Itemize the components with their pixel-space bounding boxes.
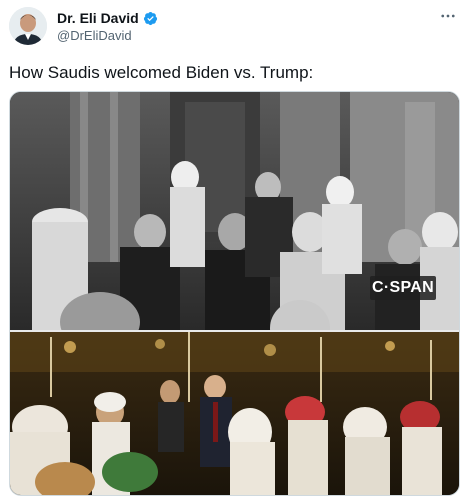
- tweet-card: Dr. Eli David @DrEliDavid How Saudis wel…: [0, 0, 465, 500]
- author-block: Dr. Eli David @DrEliDavid: [57, 9, 158, 43]
- media-photo-bottom: [10, 332, 459, 495]
- avatar[interactable]: [9, 7, 47, 45]
- name-row: Dr. Eli David: [57, 9, 158, 27]
- verified-badge-icon: [143, 11, 158, 26]
- tweet-text: How Saudis welcomed Biden vs. Trump:: [9, 63, 314, 82]
- avatar-image: [9, 7, 47, 45]
- more-horizontal-icon[interactable]: [437, 6, 459, 26]
- media-container[interactable]: C·SPAN: [9, 91, 460, 496]
- display-name[interactable]: Dr. Eli David: [57, 10, 139, 26]
- handle[interactable]: @DrEliDavid: [57, 28, 158, 43]
- cspan-watermark: C·SPAN: [370, 276, 436, 300]
